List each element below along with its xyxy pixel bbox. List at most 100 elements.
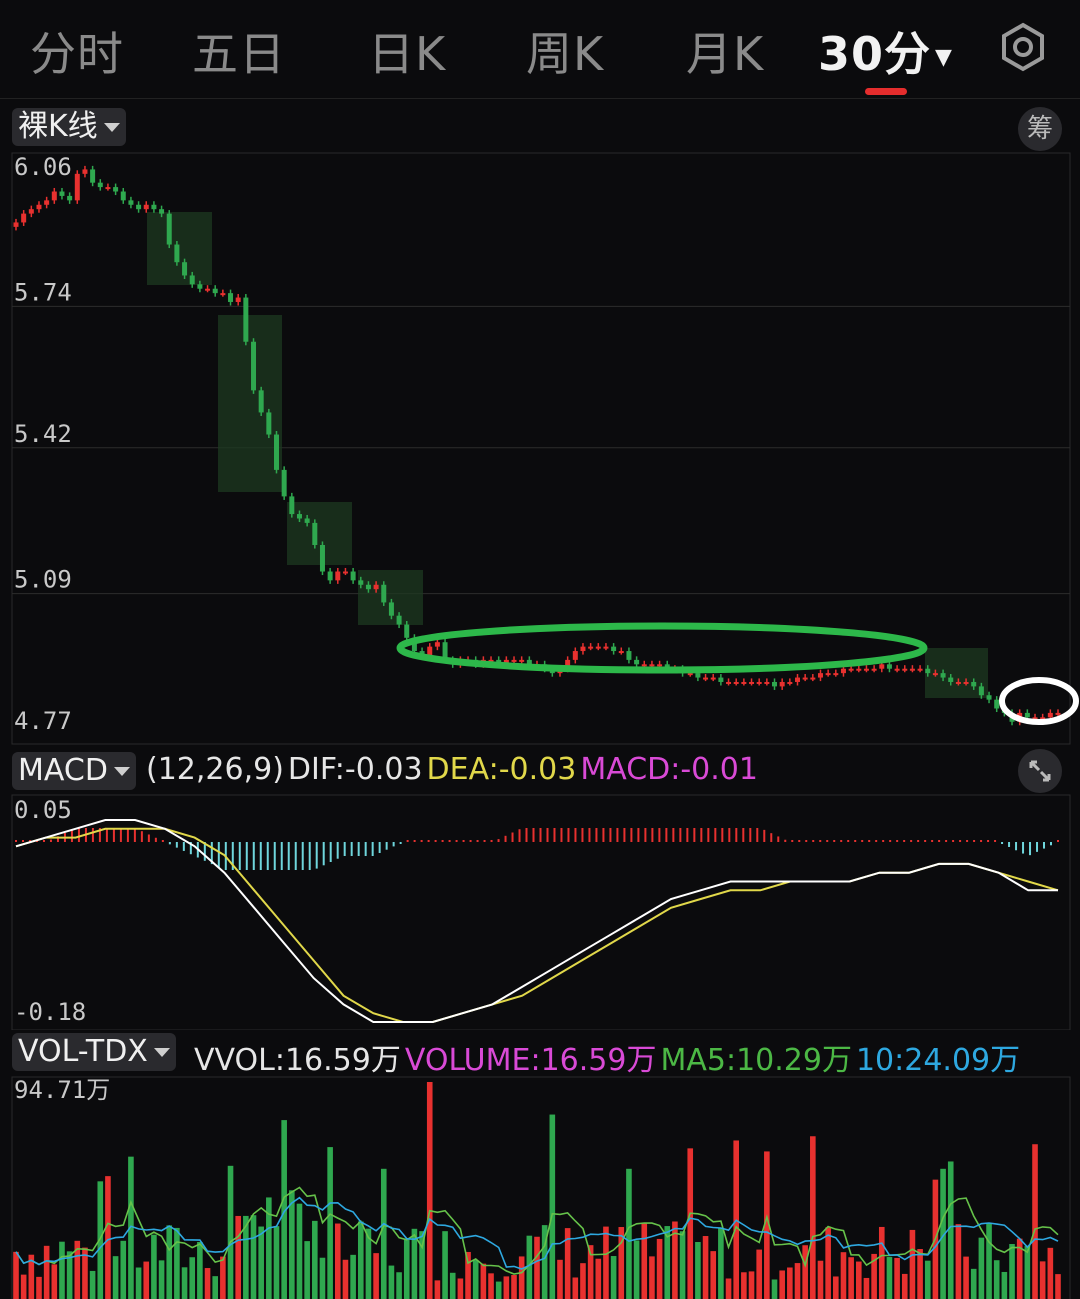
price-tick-label: 5.09 [14, 566, 72, 594]
chevron-down-icon [103, 123, 120, 132]
candle-body [810, 677, 816, 680]
volume-bar [296, 1203, 303, 1299]
tab-daily-k[interactable]: 日K [368, 18, 446, 84]
volume-bar [120, 1240, 127, 1299]
price-tick-label: 5.74 [14, 278, 72, 306]
volume-bar [878, 1226, 885, 1299]
candle-body [572, 651, 578, 660]
candle-body [963, 681, 969, 684]
volume-bar [656, 1238, 663, 1299]
tab-intraday[interactable]: 分时 [30, 18, 124, 84]
macd-macd-value: MACD:-0.01 [580, 752, 758, 787]
candle-body [274, 434, 279, 470]
candle-body [51, 191, 57, 201]
candle-body [863, 668, 869, 671]
volume-bar [679, 1231, 686, 1299]
candle-body [159, 209, 165, 214]
candle-body [994, 699, 1000, 709]
candle-body [174, 244, 180, 263]
candle-body [817, 673, 823, 678]
candle-body [381, 584, 387, 603]
volume-bar [917, 1249, 923, 1299]
candle-body [128, 200, 134, 205]
volume-bar [426, 1082, 433, 1299]
segment-box [358, 570, 423, 625]
volume-bar [633, 1240, 640, 1299]
segment-box [925, 648, 988, 698]
candle-body [726, 681, 732, 684]
volume-bar [105, 1176, 111, 1299]
candle-body [90, 169, 96, 183]
volume-bar [495, 1281, 502, 1299]
volume-bar [235, 1215, 241, 1299]
candle-body [902, 668, 908, 671]
volume-bar [894, 1257, 900, 1299]
volume-bar [89, 1270, 96, 1299]
candle-body [687, 673, 693, 676]
tab-weekly-k[interactable]: 周K [526, 18, 604, 84]
candle-body [166, 213, 172, 245]
candle-body [932, 673, 938, 676]
candle-body [97, 182, 103, 188]
volume-bar [380, 1168, 387, 1299]
volume-bar [855, 1261, 862, 1299]
candle-body [710, 677, 716, 680]
candle-body [182, 262, 188, 276]
volume-bar [511, 1275, 517, 1299]
candle-body [955, 681, 961, 684]
chevron-down-icon [153, 1048, 170, 1057]
volume-bar [143, 1261, 150, 1299]
candle-body [879, 664, 885, 669]
volume-bar [212, 1276, 219, 1299]
volume-bar [833, 1276, 839, 1299]
tab-30min[interactable]: 30分 ▼ [818, 18, 953, 84]
candle-body [113, 187, 119, 192]
price-tick-label: 6.06 [14, 153, 72, 181]
candle-body [764, 681, 770, 684]
price-tick-label: 4.77 [14, 707, 72, 735]
volume-bar [197, 1241, 203, 1299]
gear-icon[interactable] [998, 22, 1048, 72]
volume-bar [1047, 1247, 1054, 1299]
candle-body [1055, 712, 1061, 715]
candle-body [304, 518, 310, 523]
tab-monthly-k[interactable]: 月K [686, 18, 764, 84]
volume-bar [641, 1222, 648, 1299]
volume-bar [725, 1278, 732, 1299]
candle-body [319, 545, 325, 572]
volume-bar [710, 1251, 717, 1299]
volume-bar [357, 1221, 364, 1299]
candle-body [948, 677, 954, 682]
candle-body [779, 681, 785, 687]
volume-bar [434, 1280, 441, 1299]
volume-bar [342, 1259, 349, 1299]
candle-body [871, 668, 877, 671]
candle-body [833, 673, 839, 676]
candle-body [925, 668, 931, 674]
volume-bar [955, 1224, 962, 1299]
volume-bar [189, 1257, 196, 1299]
segment-box [147, 212, 212, 285]
candle-body [266, 412, 272, 435]
chips-button[interactable]: 筹 [1018, 107, 1062, 151]
expand-icon[interactable] [1018, 749, 1062, 793]
volume-bar [886, 1257, 893, 1299]
indicator-dropdown-macd[interactable]: MACD [12, 752, 136, 790]
volume-bar [518, 1256, 525, 1299]
candle-body [205, 288, 211, 291]
candle-body [741, 681, 747, 684]
candle-body [82, 169, 88, 174]
tab-five-day[interactable]: 五日 [192, 18, 286, 84]
volume-bar [779, 1270, 785, 1299]
candle-body [228, 293, 234, 302]
kline-mode-dropdown[interactable]: 裸K线 [12, 108, 126, 146]
dif-line [15, 819, 1058, 1023]
candle-body [634, 659, 640, 665]
candle-body [281, 469, 287, 497]
macd-bottom-label: -0.18 [14, 998, 86, 1026]
indicator-dropdown-vol[interactable]: VOL-TDX [12, 1033, 176, 1071]
candle-body [13, 222, 19, 227]
volume-bar [572, 1277, 579, 1299]
macd-chart: 0.05 -0.18 [11, 794, 1071, 1030]
volume-bar [1009, 1244, 1015, 1299]
